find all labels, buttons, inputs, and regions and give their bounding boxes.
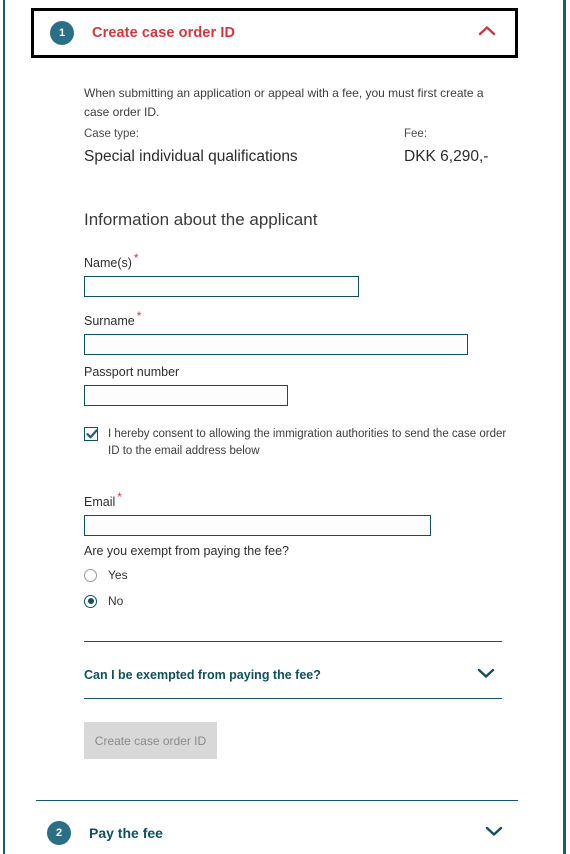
field-email: Email * <box>84 490 431 537</box>
intro-paragraph: When submitting an application or appeal… <box>84 86 484 119</box>
passport-number-input[interactable] <box>84 385 288 406</box>
field-surname: Surname * <box>84 309 468 356</box>
page-left-rail <box>3 0 5 854</box>
field-label-names-text: Name(s) <box>84 256 132 271</box>
faq-accordion-exemption[interactable]: Can I be exempted from paying the fee? <box>84 652 502 698</box>
create-case-order-id-button[interactable]: Create case order ID <box>84 722 217 759</box>
field-passport-number: Passport number <box>84 365 288 406</box>
checkmark-icon <box>86 429 98 439</box>
radio-option-yes[interactable]: Yes <box>84 568 289 582</box>
case-type-value: Special individual qualifications <box>84 148 298 165</box>
exempt-question-group: Are you exempt from paying the fee? Yes … <box>84 544 289 620</box>
step-badge-1: 1 <box>50 21 74 45</box>
required-asterisk-email: * <box>117 490 122 504</box>
required-asterisk-surname: * <box>136 309 142 323</box>
step-badge-2: 2 <box>47 821 71 845</box>
case-summary: Case type: Special individual qualificat… <box>84 128 509 166</box>
accordion-header-create-case-order-id[interactable]: 1 Create case order ID <box>31 8 518 58</box>
radio-option-no[interactable]: No <box>84 594 289 608</box>
email-input[interactable] <box>84 515 431 537</box>
consent-row[interactable]: I hereby consent to allowing the immigra… <box>84 426 512 459</box>
consent-label: I hereby consent to allowing the immigra… <box>108 428 507 457</box>
page-root: 1 Create case order ID When submitting a… <box>0 0 570 854</box>
case-type-label: Case type: <box>84 128 139 140</box>
page-right-rail <box>563 0 566 854</box>
accordion-title-1: Create case order ID <box>92 25 236 41</box>
radio-no-label: No <box>108 594 124 608</box>
form-heading: Information about the applicant <box>84 210 318 229</box>
consent-checkbox[interactable] <box>84 427 98 441</box>
radio-yes-label: Yes <box>108 568 128 582</box>
field-names: Name(s) * <box>84 251 359 298</box>
surname-input[interactable] <box>84 334 468 356</box>
chevron-down-icon[interactable] <box>476 666 496 685</box>
field-label-names: Name(s) * <box>84 251 359 270</box>
faq-divider-top <box>84 641 502 642</box>
field-label-surname-text: Surname <box>84 314 135 329</box>
fee-label: Fee: <box>404 128 428 140</box>
field-label-email: Email * <box>84 490 431 509</box>
chevron-down-icon[interactable] <box>484 824 504 843</box>
accordion-title-2: Pay the fee <box>89 825 163 841</box>
case-type-block: Case type: Special individual qualificat… <box>84 128 404 166</box>
faq-divider-bottom <box>84 698 502 699</box>
radio-yes-icon[interactable] <box>84 568 97 582</box>
field-label-email-text: Email <box>84 495 116 510</box>
fee-value: DKK 6,290,- <box>404 148 489 165</box>
names-input[interactable] <box>84 276 359 298</box>
fee-block: Fee: DKK 6,290,- <box>404 128 509 166</box>
faq-title: Can I be exempted from paying the fee? <box>84 668 321 682</box>
chevron-up-icon[interactable] <box>477 24 497 43</box>
accordion-header-pay-the-fee[interactable]: 2 Pay the fee <box>36 812 518 854</box>
exempt-question-legend: Are you exempt from paying the fee? <box>84 544 289 558</box>
field-label-surname: Surname * <box>84 309 468 328</box>
required-asterisk-names: * <box>133 251 139 265</box>
radio-no-icon[interactable] <box>84 594 97 608</box>
section2-divider <box>36 800 518 801</box>
field-label-passport-number: Passport number <box>84 365 180 379</box>
